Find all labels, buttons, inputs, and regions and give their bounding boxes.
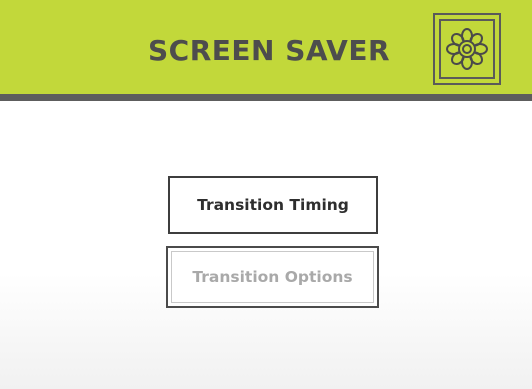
transition-options-label: Transition Options (192, 268, 353, 286)
page-title: SCREEN SAVER (148, 34, 391, 67)
transition-timing-button[interactable]: Transition Timing (168, 176, 378, 234)
transition-timing-label: Transition Timing (197, 196, 349, 214)
header-divider (0, 94, 532, 101)
settings-button[interactable] (433, 13, 501, 85)
transition-options-button[interactable]: Transition Options (166, 246, 379, 308)
flower-gear-icon (446, 28, 488, 70)
content-area (0, 101, 532, 389)
header-bar: SCREEN SAVER (0, 0, 532, 94)
